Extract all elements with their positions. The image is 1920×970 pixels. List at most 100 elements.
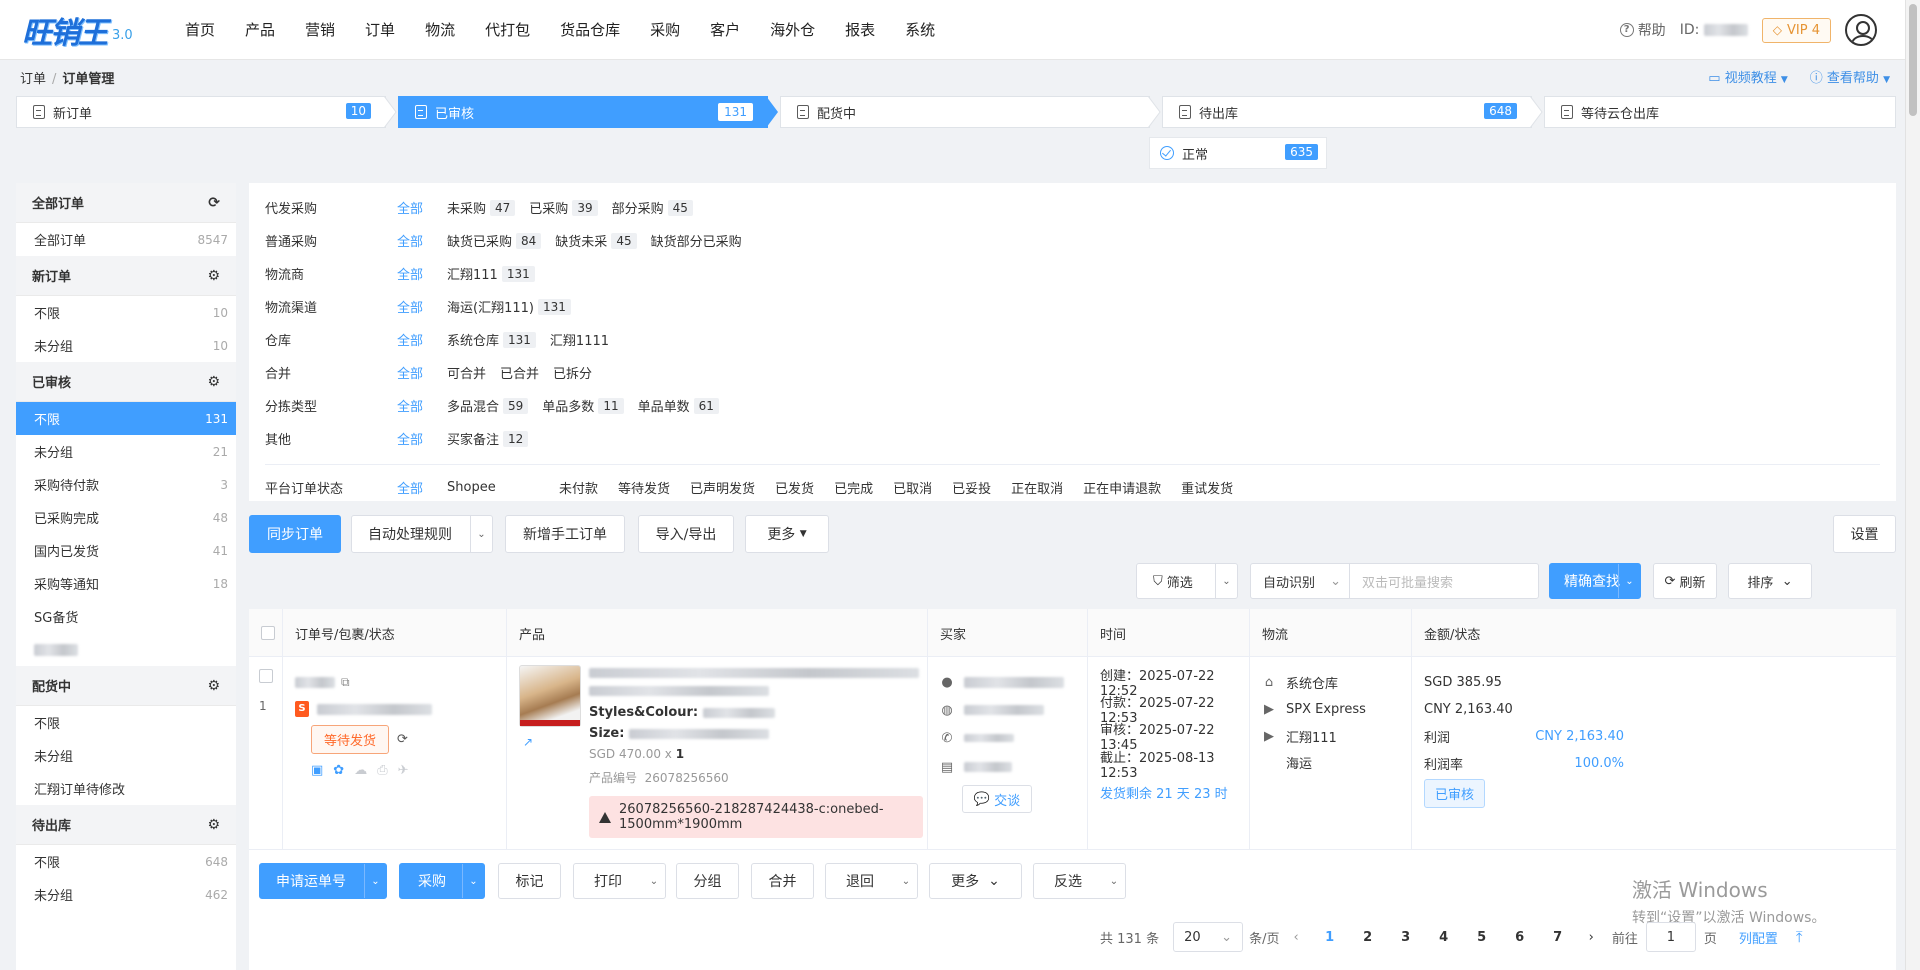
nav-packing[interactable]: 代打包 [470,0,545,60]
gear-icon[interactable]: ⚙ [207,817,220,833]
sidebar-item-redacted[interactable] [16,633,236,666]
filter-all[interactable]: 全部 [397,264,447,283]
filter-option[interactable]: 单品单数 61 [638,396,719,415]
sidebar-item-picking-all[interactable]: 不限 [16,706,236,739]
gift-icon[interactable]: ✿ [333,763,344,778]
nav-home[interactable]: 首页 [170,0,230,60]
filter-option[interactable]: 已拆分 [553,363,592,382]
settings-button[interactable]: 设置 [1833,515,1896,553]
breadcrumb-parent[interactable]: 订单 [20,72,46,87]
filter-option[interactable]: 系统仓库 131 [447,330,536,349]
page-3[interactable]: 3 [1387,930,1425,945]
sidebar-group-outbound[interactable]: 待出库 ⚙ [16,805,236,845]
sidebar-group-audited[interactable]: 已审核 ⚙ [16,362,236,402]
nav-logistics[interactable]: 物流 [410,0,470,60]
product-image[interactable] [519,665,581,727]
filter-option[interactable]: 已采购 39 [529,198,598,217]
filter-all[interactable]: 全部 [397,330,447,349]
column-config-link[interactable]: 列配置 [1739,928,1778,947]
filter-option[interactable]: 买家备注 12 [447,429,529,448]
stage-pending-outbound[interactable]: 待出库 648 [1162,96,1532,128]
sidebar-item-audited-ungrouped[interactable]: 未分组 21 [16,435,236,468]
chevron-down-icon[interactable]: ⌄ [1215,564,1237,598]
sidebar-item-purchase-unpaid[interactable]: 采购待付款 3 [16,468,236,501]
print-button[interactable]: 打印 ⌄ [573,863,666,899]
chevron-down-icon[interactable]: ⌄ [643,864,665,898]
chevron-down-icon[interactable]: ⌄ [364,864,386,898]
auto-rules-button[interactable]: 自动处理规则 ⌄ [351,515,493,553]
import-export-button[interactable]: 导入/导出 [638,515,734,553]
filter-option[interactable]: 缺货已采购 84 [447,231,542,250]
row-checkbox[interactable] [259,669,273,683]
platform-status-option[interactable]: 未付款 [559,478,598,497]
app-logo[interactable]: 旺销王 3.0 [0,0,170,60]
nav-purchase[interactable]: 采购 [635,0,695,60]
page-jump-input[interactable]: 1 [1645,922,1696,952]
sidebar-group-all[interactable]: 全部订单 ⟳ [16,183,236,223]
nav-orders[interactable]: 订单 [350,0,410,60]
view-help-link[interactable]: ⓘ 查看帮助 ▼ [1810,67,1890,86]
filter-option[interactable]: 可合并 [447,363,486,382]
more-button[interactable]: 更多 ▼ [745,515,829,553]
order-status-badge[interactable]: 已审核 [1424,779,1486,808]
next-page-icon[interactable]: › [1589,930,1594,945]
sidebar-item-new-ungrouped[interactable]: 未分组 10 [16,329,236,362]
video-tutorial-link[interactable]: ▭ 视频教程 ▼ [1708,67,1788,86]
filter-option[interactable]: 单品多数 11 [542,396,624,415]
filter-all[interactable]: 全部 [397,198,447,217]
nav-product[interactable]: 产品 [230,0,290,60]
platform-status-option[interactable]: 已发货 [775,478,814,497]
nav-warehouse[interactable]: 货品仓库 [545,0,635,60]
page-4[interactable]: 4 [1425,930,1463,945]
mark-button[interactable]: 标记 [498,863,561,899]
filter-option[interactable]: 汇翔1111 [550,330,609,349]
platform-status-option[interactable]: 已妥投 [952,478,991,497]
stage-cloud-outbound[interactable]: 等待云仓出库 [1544,96,1896,128]
filter-option[interactable]: 缺货未采 45 [555,231,637,250]
filter-option[interactable]: 汇翔111 131 [447,264,535,283]
invoice-icon[interactable]: ▣ [311,763,323,778]
platform-status-option[interactable]: 等待发货 [618,478,670,497]
stage-picking[interactable]: 配货中 [780,96,1150,128]
sync-orders-button[interactable]: 同步订单 [249,515,341,553]
filter-all[interactable]: 全部 [397,363,447,382]
apply-waybill-button[interactable]: 申请运单号 ⌄ [259,863,387,899]
sidebar-item-purchase-waiting[interactable]: 采购等通知 18 [16,567,236,600]
filter-all[interactable]: 全部 [397,231,447,250]
filter-option[interactable]: 缺货部分已采购 [651,231,742,250]
sidebar-item-new-all[interactable]: 不限 10 [16,296,236,329]
status-badge[interactable]: 等待发货 [311,724,390,754]
chevron-down-icon[interactable]: ⌄ [1103,864,1125,898]
filter-option[interactable]: 多品混合 59 [447,396,529,415]
search-input[interactable]: 双击可批量搜索 [1349,563,1539,599]
sub-stage-normal[interactable]: 正常 635 [1149,137,1327,169]
nav-reports[interactable]: 报表 [830,0,890,60]
add-manual-order-button[interactable]: 新增手工订单 [505,515,625,553]
select-all-checkbox[interactable] [261,626,275,640]
sidebar-item-sg-stock[interactable]: SG备货 [16,600,236,633]
vip-badge[interactable]: ◇ VIP 4 [1761,17,1831,43]
nav-customer[interactable]: 客户 [695,0,755,60]
platform-status-option[interactable]: 已声明发货 [690,478,755,497]
filter-option[interactable]: 已合并 [500,363,539,382]
table-row[interactable]: 1 ⧉ S 等待发货 ⟳ ▣ ✿ ☁ ⎙ ✈ ↗ Styles&Colour: … [249,657,1896,849]
stage-new[interactable]: 新订单 10 [16,96,386,128]
scrollbar-thumb[interactable] [1909,4,1917,116]
page-size-select[interactable]: 20 ⌄ [1173,922,1244,952]
more-actions-button[interactable]: 更多 ⌄ [929,863,1022,899]
copy-icon[interactable]: ⧉ [341,675,350,690]
sidebar-item-picking-ungrouped[interactable]: 未分组 [16,739,236,772]
nav-overseas[interactable]: 海外仓 [755,0,830,60]
sidebar-item-outbound-ungrouped[interactable]: 未分组 462 [16,878,236,911]
refresh-button[interactable]: ⟳ 刷新 [1653,563,1717,599]
sidebar-item-domestic-shipped[interactable]: 国内已发货 41 [16,534,236,567]
filter-option[interactable]: 未采购 47 [447,198,516,217]
filter-option[interactable]: 部分采购 45 [612,198,693,217]
group-button[interactable]: 分组 [676,863,739,899]
auto-detect-select[interactable]: 自动识别 ⌄ [1250,563,1350,599]
platform-status-option[interactable]: 正在取消 [1011,478,1063,497]
print-icon[interactable]: ⎙ [377,763,387,778]
platform-status-option[interactable]: 正在申请退款 [1083,478,1161,497]
exact-search-button[interactable]: 精确查找 ⌄ [1549,563,1641,599]
prev-page-icon[interactable]: ‹ [1293,930,1298,945]
